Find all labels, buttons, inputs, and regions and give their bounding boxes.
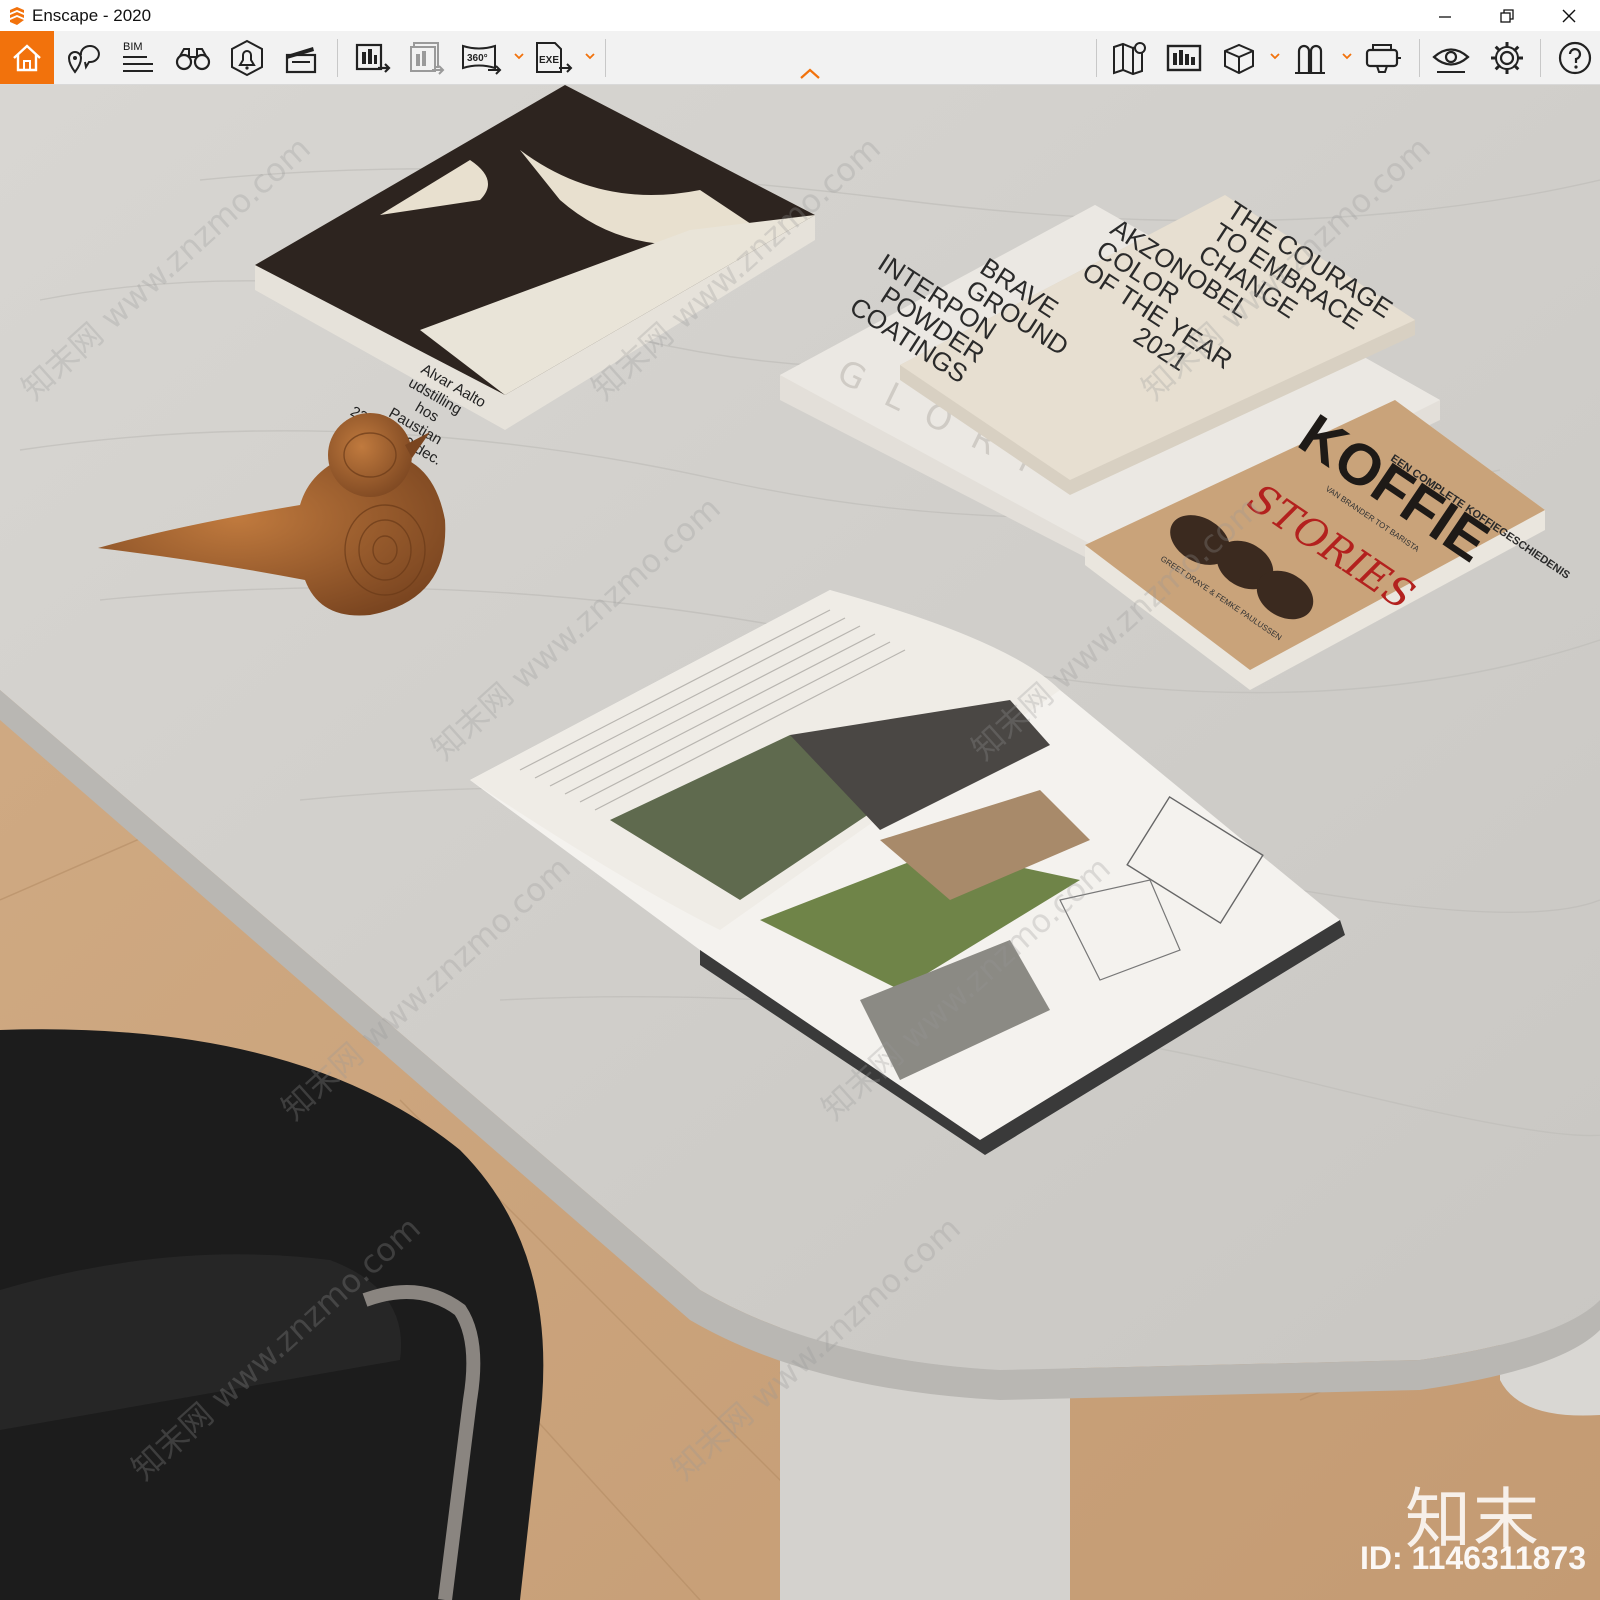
restore-icon (1500, 8, 1514, 23)
minimize-button[interactable] (1414, 0, 1476, 31)
vr-headset-icon (1365, 44, 1401, 73)
watermark-id: ID: 1146311873 (1360, 1540, 1586, 1576)
toolbar-separator (1540, 39, 1541, 77)
map-button[interactable] (1107, 35, 1153, 81)
views-button[interactable] (170, 35, 216, 81)
exe-label: EXE (539, 55, 559, 66)
video-editor-button[interactable] (278, 35, 324, 81)
toolbar-separator (1096, 39, 1097, 77)
batch-export-button[interactable] (404, 35, 450, 81)
restore-button[interactable] (1476, 0, 1538, 31)
screenshot-export-icon (355, 43, 391, 73)
panorama-dropdown-chevron-down-icon[interactable] (514, 51, 524, 61)
bell-icon (231, 39, 263, 77)
toolbar-collapse-chevron-up-icon[interactable] (798, 66, 822, 80)
enscape-logo-icon (6, 5, 28, 27)
bim-icon: BIM (123, 41, 153, 72)
exe-dropdown-chevron-down-icon[interactable] (585, 51, 595, 61)
panorama-export-button[interactable]: 360° (458, 35, 504, 81)
location-pin-icon (67, 45, 100, 74)
cube-icon (1224, 43, 1254, 75)
sound-button[interactable] (224, 35, 270, 81)
panorama-360-icon: 360° (462, 44, 502, 75)
vr-headset-button[interactable] (1360, 35, 1406, 81)
close-icon (1562, 9, 1576, 22)
title-bar: Enscape - 2020 (0, 0, 1600, 31)
cube-dropdown-chevron-down-icon[interactable] (1270, 51, 1280, 61)
settings-button[interactable] (1484, 35, 1530, 81)
exe-export-icon: EXE (536, 42, 573, 73)
batch-export-icon (410, 42, 445, 75)
toolbar-separator (1419, 39, 1420, 77)
render-viewport[interactable]: Alvar Aalto udstilling hos Paustian 23.n… (0, 85, 1600, 1600)
help-icon (1558, 41, 1592, 75)
toolbar-separator (605, 39, 606, 77)
home-icon (13, 43, 41, 71)
asset-library-button[interactable] (1161, 35, 1207, 81)
asset-icon (1295, 44, 1325, 74)
bim-label: BIM (123, 41, 143, 53)
asset-button[interactable] (1287, 35, 1333, 81)
window-title: Enscape - 2020 (32, 5, 152, 25)
map-icon (1113, 42, 1146, 76)
binoculars-icon (175, 48, 211, 71)
clapperboard-icon (285, 47, 317, 74)
location-button[interactable] (60, 35, 106, 81)
help-button[interactable] (1552, 35, 1598, 81)
view-settings-icon (1432, 48, 1470, 73)
home-button[interactable] (0, 31, 54, 84)
bim-button[interactable]: BIM (114, 35, 160, 81)
cube-button[interactable] (1215, 35, 1261, 81)
screenshot-export-button[interactable] (350, 35, 396, 81)
toolbar-separator (337, 39, 338, 77)
panorama-label: 360° (467, 53, 488, 64)
asset-dropdown-chevron-down-icon[interactable] (1342, 51, 1352, 61)
exe-export-button[interactable]: EXE (530, 35, 576, 81)
close-button[interactable] (1538, 0, 1600, 31)
view-settings-button[interactable] (1428, 35, 1474, 81)
asset-library-icon (1166, 44, 1202, 72)
minimize-icon (1439, 15, 1451, 18)
settings-gear-icon (1491, 42, 1523, 74)
